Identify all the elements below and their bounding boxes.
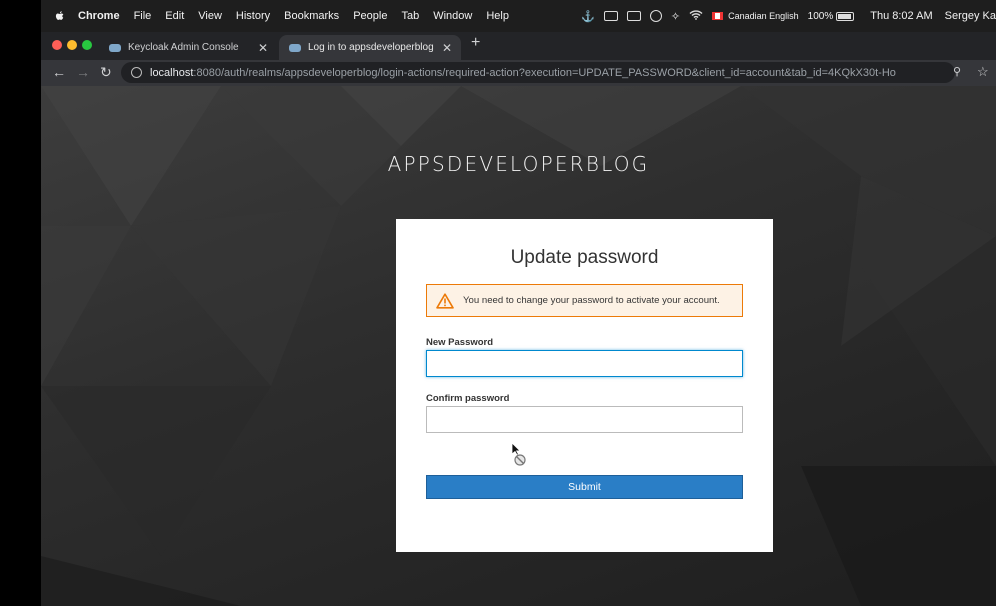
submit-button[interactable]: Submit bbox=[426, 475, 743, 499]
close-tab-icon[interactable]: ✕ bbox=[442, 41, 452, 55]
alert-text: You need to change your password to acti… bbox=[463, 295, 720, 306]
key-icon[interactable]: ⚲ bbox=[953, 65, 961, 78]
display-icon[interactable] bbox=[626, 11, 641, 21]
url-path: :8080/auth/realms/appsdeveloperblog/logi… bbox=[193, 66, 896, 79]
screen-capture-icon[interactable] bbox=[603, 11, 618, 21]
network-icon[interactable]: ✧ bbox=[671, 10, 680, 23]
menu-window[interactable]: Window bbox=[433, 10, 472, 22]
confirm-password-label: Confirm password bbox=[426, 393, 510, 404]
menu-file[interactable]: File bbox=[134, 10, 152, 22]
battery-percent: 100% bbox=[807, 10, 834, 22]
zoom-window-button[interactable] bbox=[82, 40, 92, 50]
realm-title: APPSDEVELOPERBLOG bbox=[387, 152, 650, 176]
confirm-password-field[interactable] bbox=[426, 406, 743, 433]
tab-title: Log in to appsdeveloperblog bbox=[308, 42, 434, 53]
apple-menu-icon[interactable] bbox=[55, 10, 65, 22]
menu-user[interactable]: Sergey Ka bbox=[945, 10, 996, 22]
url-host: localhost bbox=[150, 66, 194, 79]
mac-menu-bar: Chrome File Edit View History Bookmarks … bbox=[41, 0, 996, 32]
menu-app-name[interactable]: Chrome bbox=[78, 10, 120, 22]
menu-view[interactable]: View bbox=[198, 10, 222, 22]
menu-history[interactable]: History bbox=[236, 10, 270, 22]
screen-bezel bbox=[0, 0, 41, 606]
battery-icon bbox=[836, 11, 855, 21]
docker-icon[interactable]: ⚓ bbox=[581, 10, 595, 23]
bookmark-star-icon[interactable]: ☆ bbox=[977, 64, 989, 80]
screen: Chrome File Edit View History Bookmarks … bbox=[41, 0, 996, 606]
login-page: APPSDEVELOPERBLOG Update password You ne… bbox=[41, 86, 996, 606]
close-tab-icon[interactable]: ✕ bbox=[258, 41, 268, 55]
tab-strip: Keycloak Admin Console ✕ Log in to appsd… bbox=[41, 32, 996, 60]
input-source-menu[interactable]: Canadian English bbox=[712, 11, 799, 21]
warning-triangle-icon bbox=[436, 292, 454, 309]
site-info-icon[interactable] bbox=[131, 67, 142, 78]
menu-help[interactable]: Help bbox=[486, 10, 509, 22]
close-window-button[interactable] bbox=[52, 40, 62, 50]
reload-icon[interactable]: ↻ bbox=[100, 64, 112, 80]
tab-login[interactable]: Log in to appsdeveloperblog ✕ bbox=[279, 35, 461, 60]
input-source-label: Canadian English bbox=[728, 11, 799, 21]
menu-tab[interactable]: Tab bbox=[401, 10, 419, 22]
new-password-label: New Password bbox=[426, 337, 494, 348]
login-card: Update password You need to change your … bbox=[396, 219, 773, 552]
back-arrow-icon[interactable]: ← bbox=[52, 64, 66, 80]
menu-clock[interactable]: Thu 8:02 AM bbox=[870, 10, 932, 22]
new-password-field[interactable] bbox=[426, 350, 743, 377]
tab-title: Keycloak Admin Console bbox=[128, 42, 239, 53]
browser-toolbar: ← → ↻ localhost:8080/auth/realms/appsdev… bbox=[41, 60, 996, 86]
form-title: Update password bbox=[510, 247, 659, 268]
time-machine-icon[interactable] bbox=[649, 10, 662, 22]
tab-keycloak-admin[interactable]: Keycloak Admin Console ✕ bbox=[99, 35, 277, 60]
keycloak-favicon-icon bbox=[289, 43, 301, 52]
address-bar[interactable]: localhost:8080/auth/realms/appsdeveloper… bbox=[121, 62, 955, 83]
canada-flag-icon bbox=[712, 12, 724, 20]
warning-alert: You need to change your password to acti… bbox=[426, 284, 743, 317]
new-tab-button[interactable]: + bbox=[471, 35, 480, 51]
minimize-window-button[interactable] bbox=[67, 40, 77, 50]
forward-arrow-icon[interactable]: → bbox=[76, 64, 90, 80]
mouse-cursor-icon bbox=[511, 442, 526, 466]
keycloak-favicon-icon bbox=[109, 43, 121, 52]
menu-extras: ⚓ ✧ Canadian English 100% Thu 8:02 AM Se… bbox=[572, 0, 996, 32]
battery-status[interactable]: 100% bbox=[808, 11, 855, 22]
menu-bookmarks[interactable]: Bookmarks bbox=[284, 10, 339, 22]
menu-people[interactable]: People bbox=[353, 10, 387, 22]
wifi-icon[interactable] bbox=[689, 9, 703, 23]
menu-edit[interactable]: Edit bbox=[165, 10, 184, 22]
